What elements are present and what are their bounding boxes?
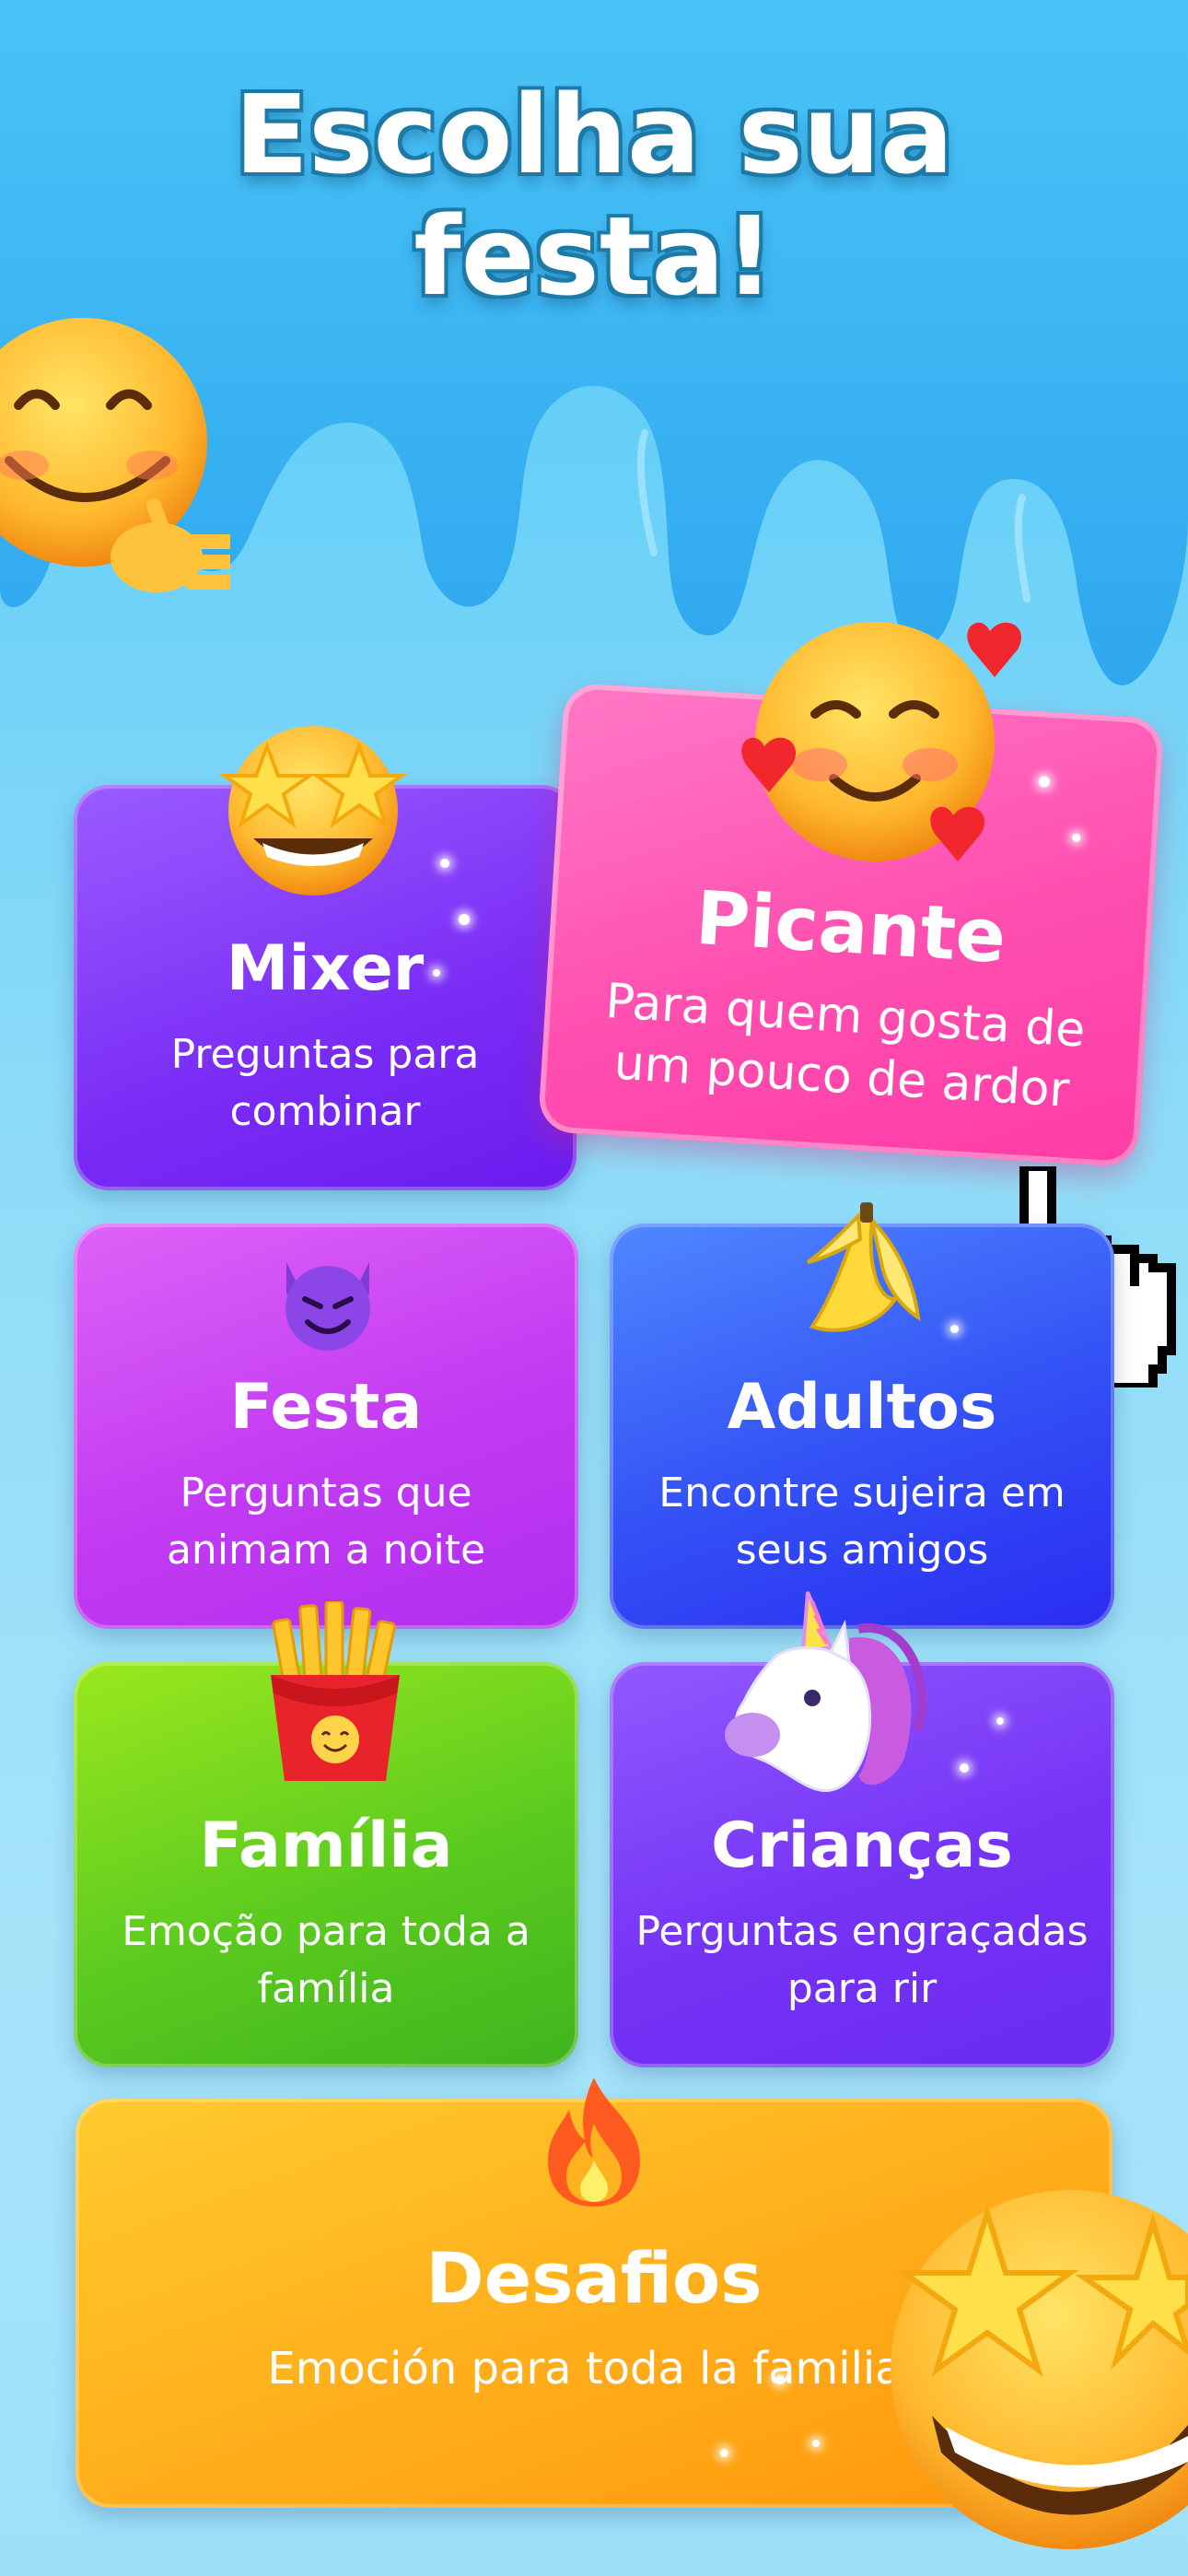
sparkle (775, 2375, 785, 2384)
sparkle (1038, 776, 1051, 788)
sparkle (960, 1763, 969, 1773)
card-description: Para quem gosta de um pouco de ardor (603, 973, 1088, 1118)
smiling-devil-icon (285, 1262, 370, 1351)
card-title: Família (199, 1809, 453, 1882)
card-description: Emoción para toda la familia (267, 2343, 903, 2395)
card-title: Festa (229, 1371, 423, 1444)
card-title: Picante (693, 874, 1008, 980)
card-description: Preguntas para combinar (170, 1031, 480, 1135)
sparkle (440, 859, 449, 868)
sparkle (812, 2440, 820, 2447)
card-description: Perguntas engraçadas para rir (635, 1908, 1089, 2012)
sparkle (950, 1325, 959, 1333)
banana-icon (806, 1202, 921, 1332)
sparkle (459, 914, 470, 925)
star-struck-icon (218, 726, 408, 896)
card-description: Encontre sujeira em seus amigos (658, 1469, 1066, 1574)
sparkle (1071, 833, 1081, 843)
sparkle (996, 1717, 1004, 1725)
card-title: Adultos (727, 1371, 997, 1444)
card-description: Perguntas que animam a noite (166, 1469, 486, 1574)
card-description: Emoção para toda a família (122, 1908, 530, 2012)
smiling-hearts-icon (741, 622, 1022, 861)
card-title: Crianças (711, 1809, 1013, 1882)
sparkle (720, 2449, 728, 2457)
title-line-1: Escolha sua (234, 71, 954, 198)
sparkle (433, 969, 440, 977)
french-fries-icon (271, 1601, 400, 1781)
unicorn-icon (725, 1591, 926, 1793)
fire-icon (548, 2078, 640, 2207)
star-struck-icon (891, 2190, 1188, 2549)
card-title: Mixer (226, 932, 425, 1005)
smiling-face-waving-icon (0, 318, 230, 592)
